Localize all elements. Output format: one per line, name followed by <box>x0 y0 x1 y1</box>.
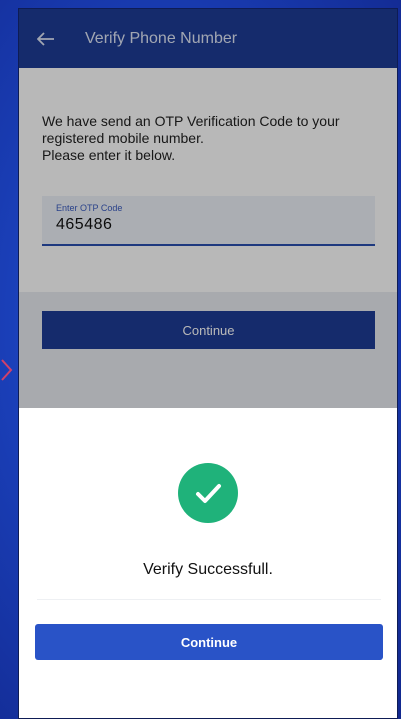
page-title: Verify Phone Number <box>85 29 238 47</box>
form-continue-button[interactable]: Continue <box>42 311 375 349</box>
phone-screen: We have send an OTP Verification Code to… <box>18 8 398 719</box>
continue-button[interactable]: Continue <box>35 624 383 660</box>
chevron-right-icon <box>0 358 16 382</box>
otp-message-line1: We have send an OTP Verification Code to… <box>42 113 340 146</box>
otp-input-value: 465486 <box>56 216 113 233</box>
otp-message-line2: Please enter it below. <box>42 147 176 163</box>
form-footer-area <box>19 292 397 408</box>
otp-input[interactable]: Enter OTP Code 465486 <box>42 196 375 246</box>
success-bottom-sheet: Verify Successfull. Continue <box>19 408 397 718</box>
check-circle-icon <box>178 463 238 523</box>
otp-input-label: Enter OTP Code <box>56 203 123 213</box>
arrow-left-icon[interactable] <box>37 29 57 49</box>
otp-instructions: We have send an OTP Verification Code to… <box>42 113 377 164</box>
app-bar: Verify Phone Number <box>19 9 397 68</box>
divider <box>37 599 381 600</box>
verify-form: We have send an OTP Verification Code to… <box>19 68 397 408</box>
success-message: Verify Successfull. <box>143 561 273 578</box>
